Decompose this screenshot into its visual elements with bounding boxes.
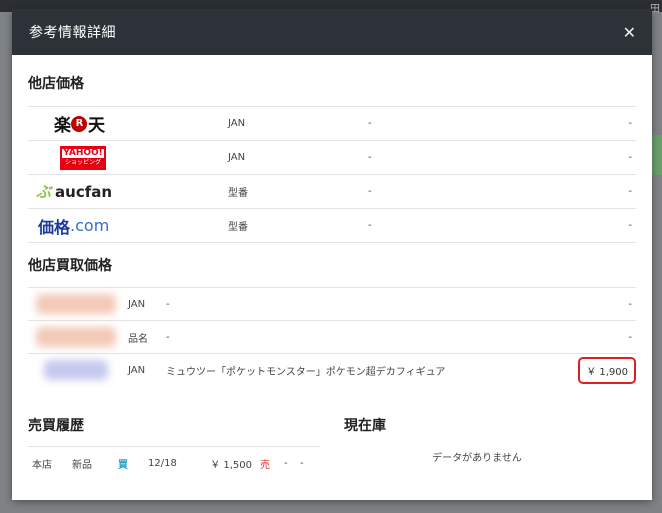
history-price: ￥ 1,500 xyxy=(210,460,252,471)
competitor-buy-prices-title: 他店買取価格 xyxy=(28,258,112,274)
yahoo-shopping-logo: YAHOO! ショッピング xyxy=(28,141,228,174)
inventory-title: 現在庫 xyxy=(344,418,386,434)
match-key: JAN xyxy=(128,287,166,321)
background-accent xyxy=(652,135,662,175)
item-price: - xyxy=(568,174,636,209)
item-name: - xyxy=(166,320,566,354)
table-row: ぶ aucfan 型番 - - xyxy=(28,174,636,209)
item-price: - xyxy=(566,287,636,321)
match-key: JAN xyxy=(128,353,166,387)
history-date: 12/18 xyxy=(148,458,177,469)
yahoo-logo-text: YAHOO! xyxy=(62,148,104,158)
competitor-prices-table: 楽R天 JAN - - YAHOO! ショッピング JAN - - ぶ aucf… xyxy=(28,106,636,243)
table-row: YAHOO! ショッピング JAN - - xyxy=(28,140,636,175)
item-price: - xyxy=(568,140,636,175)
match-key: JAN xyxy=(228,140,368,175)
inventory-empty-message: データがありません xyxy=(432,453,522,464)
competitor-prices-title: 他店価格 xyxy=(28,76,84,92)
rakuten-logo: 楽R天 xyxy=(28,107,228,140)
kakaku-logo-text: 価格 xyxy=(38,217,71,237)
aucfan-logo-text: aucfan xyxy=(55,182,113,201)
table-row: 楽R天 JAN - - xyxy=(28,106,636,141)
match-key: 品名 xyxy=(128,320,166,354)
aucfan-logo: ぶ aucfan xyxy=(28,175,228,208)
table-row: JAN - - xyxy=(28,287,636,321)
item-price: - xyxy=(568,106,636,141)
history-col: - xyxy=(300,458,304,469)
store-logo-blurred xyxy=(36,327,116,347)
history-col: - xyxy=(284,458,288,469)
modal-title: 参考情報詳細 xyxy=(29,25,116,41)
item-name: - xyxy=(368,106,568,141)
store-logo-blurred xyxy=(44,360,108,381)
history-type-buy: 買 xyxy=(118,460,128,471)
reference-info-modal: 参考情報詳細 ✕ 他店価格 楽R天 JAN - - YAHOO! ショッピング xyxy=(12,9,652,500)
kakaku-logo-suffix: .com xyxy=(70,216,110,235)
aucfan-leaf-icon: ぶ xyxy=(36,183,52,201)
table-row: 価格 .com 型番 - - xyxy=(28,208,636,243)
competitor-buy-prices-table: JAN - - 品名 - - JAN ミュウツー「ポケットモンスター」ポケモン超… xyxy=(28,287,636,387)
store-logo-blurred xyxy=(36,294,116,314)
table-row: 品名 - - xyxy=(28,320,636,354)
match-key: JAN xyxy=(228,106,368,141)
sales-history-table: 本店 新品 買 12/18 ￥ 1,500 売 - - xyxy=(28,447,320,480)
table-row: 本店 新品 買 12/18 ￥ 1,500 売 - - xyxy=(28,447,320,480)
item-name: ミュウツー「ポケットモンスター」ポケモン超デカフィギュア xyxy=(166,353,566,387)
yahoo-logo-subtext: ショッピング xyxy=(64,159,101,166)
item-price: - xyxy=(566,320,636,354)
sales-history-title: 売買履歴 xyxy=(28,418,84,434)
history-condition: 新品 xyxy=(72,460,92,471)
close-icon[interactable]: ✕ xyxy=(623,23,636,42)
rakuten-logo-text: 天 xyxy=(88,116,105,136)
highlighted-price: ￥ 1,900 xyxy=(578,356,636,384)
rakuten-logo-text: 楽 xyxy=(54,116,71,136)
rakuten-logo-mark: R xyxy=(71,115,87,132)
kakaku-logo: 価格 .com xyxy=(28,209,228,242)
item-price: - xyxy=(568,208,636,243)
table-row: JAN ミュウツー「ポケットモンスター」ポケモン超デカフィギュア ￥ 1,900 xyxy=(28,353,636,387)
item-name: - xyxy=(368,174,568,209)
history-type-sell: 売 xyxy=(260,460,270,471)
item-name: - xyxy=(166,287,566,321)
history-store: 本店 xyxy=(32,460,52,471)
modal-header: 参考情報詳細 ✕ xyxy=(12,9,652,55)
match-key: 型番 xyxy=(228,174,368,209)
item-name: - xyxy=(368,208,568,243)
match-key: 型番 xyxy=(228,208,368,243)
item-name: - xyxy=(368,140,568,175)
